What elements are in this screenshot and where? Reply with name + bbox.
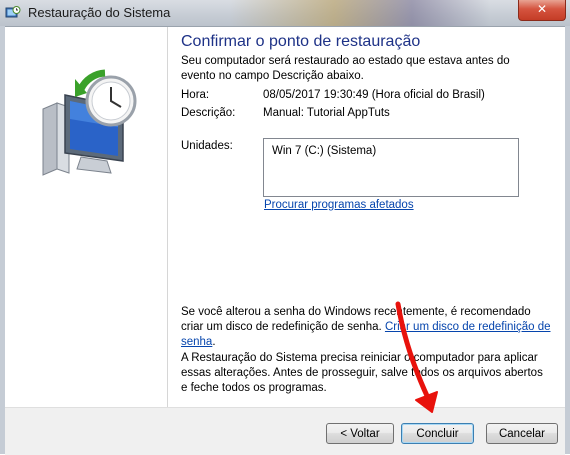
button-bar bbox=[5, 407, 565, 455]
time-value: 08/05/2017 19:30:49 (Hora oficial do Bra… bbox=[263, 89, 485, 101]
restart-warning-text: A Restauração do Sistema precisa reinici… bbox=[181, 352, 543, 394]
sentence-period: . bbox=[212, 336, 216, 348]
password-paragraph: Se você alterou a senha do Windows recen… bbox=[181, 305, 551, 350]
system-restore-illustration-icon bbox=[42, 69, 137, 176]
background-blur bbox=[230, 0, 490, 26]
list-item[interactable]: Win 7 (C:) (Sistema) bbox=[272, 145, 376, 157]
time-label: Hora: bbox=[181, 89, 210, 101]
description-value: Manual: Tutorial AppTuts bbox=[263, 107, 390, 119]
cancel-button[interactable]: Cancelar bbox=[486, 423, 558, 444]
content-area bbox=[168, 27, 565, 407]
system-restore-app-icon bbox=[5, 6, 21, 18]
title-bar[interactable]: Restauração do Sistema ✕ bbox=[0, 0, 570, 27]
close-button[interactable]: ✕ bbox=[518, 0, 566, 21]
drives-list[interactable]: Win 7 (C:) (Sistema) bbox=[263, 138, 519, 197]
scan-affected-programs-link[interactable]: Procurar programas afetados bbox=[264, 199, 414, 211]
back-button[interactable]: < Voltar bbox=[326, 423, 394, 444]
window-title: Restauração do Sistema bbox=[28, 5, 171, 20]
description-label: Descrição: bbox=[181, 107, 236, 119]
close-icon: ✕ bbox=[536, 2, 548, 16]
page-title: Confirmar o ponto de restauração bbox=[181, 33, 421, 50]
intro-text: Seu computador será restaurado ao estado… bbox=[181, 55, 510, 82]
wizard-side-panel bbox=[5, 27, 167, 407]
finish-button[interactable]: Concluir bbox=[401, 423, 474, 444]
window-frame-right bbox=[565, 26, 570, 454]
drives-label: Unidades: bbox=[181, 140, 233, 152]
